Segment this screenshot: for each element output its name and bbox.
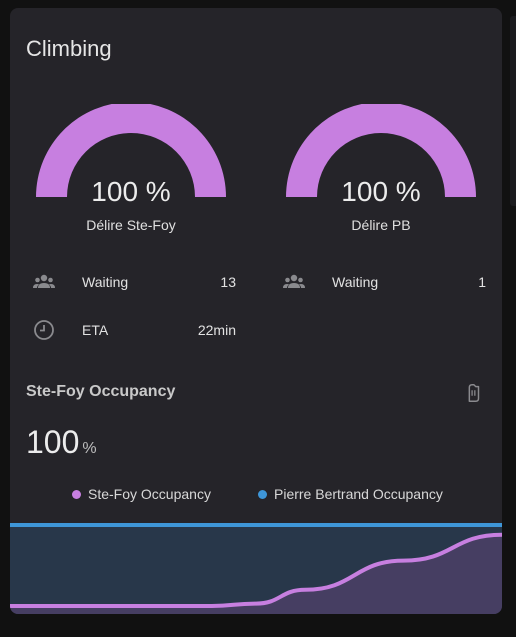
occupancy-chart[interactable] (10, 516, 502, 614)
scrollbar[interactable] (510, 16, 516, 206)
gauge-ste-foy[interactable]: 100 % Délire Ste-Foy (31, 104, 235, 244)
legend-label: Ste-Foy Occupancy (88, 486, 211, 502)
eta-value: 22min (197, 322, 236, 338)
row-waiting-pb[interactable]: Waiting 1 (282, 270, 486, 294)
hand-back-icon[interactable] (462, 382, 484, 404)
account-group-icon (283, 274, 305, 288)
legend-label: Pierre Bertrand Occupancy (274, 486, 443, 502)
gauge-pb[interactable]: 100 % Délire PB (281, 104, 485, 244)
row-waiting-ste-foy[interactable]: Waiting 13 (32, 270, 236, 294)
legend-item-pierre-bertrand[interactable]: Pierre Bertrand Occupancy (258, 486, 443, 502)
legend-dot (72, 490, 81, 499)
waiting-value: 1 (478, 274, 486, 290)
history-title[interactable]: Ste-Foy Occupancy (26, 383, 175, 401)
gauge-value: 100 % (91, 176, 171, 207)
account-group-icon (33, 274, 55, 288)
gauge-name: Délire Ste-Foy (86, 217, 176, 233)
history-value-number: 100 (26, 424, 80, 460)
gauge-name: Délire PB (351, 217, 411, 233)
clock-icon (34, 320, 54, 340)
history-value: 100% (26, 424, 97, 467)
row-eta-ste-foy[interactable]: ETA 22min (32, 318, 236, 342)
waiting-label: Waiting (82, 274, 129, 290)
legend-item-ste-foy[interactable]: Ste-Foy Occupancy (72, 486, 211, 502)
waiting-value: 13 (220, 274, 236, 290)
eta-label: ETA (82, 322, 109, 338)
history-value-unit: % (82, 440, 97, 457)
waiting-label: Waiting (332, 274, 379, 290)
climbing-card: Climbing 100 % Délire Ste-Foy 100 % Déli… (10, 8, 502, 614)
legend-dot (258, 490, 267, 499)
gauge-value: 100 % (341, 176, 421, 207)
card-title: Climbing (26, 36, 112, 61)
